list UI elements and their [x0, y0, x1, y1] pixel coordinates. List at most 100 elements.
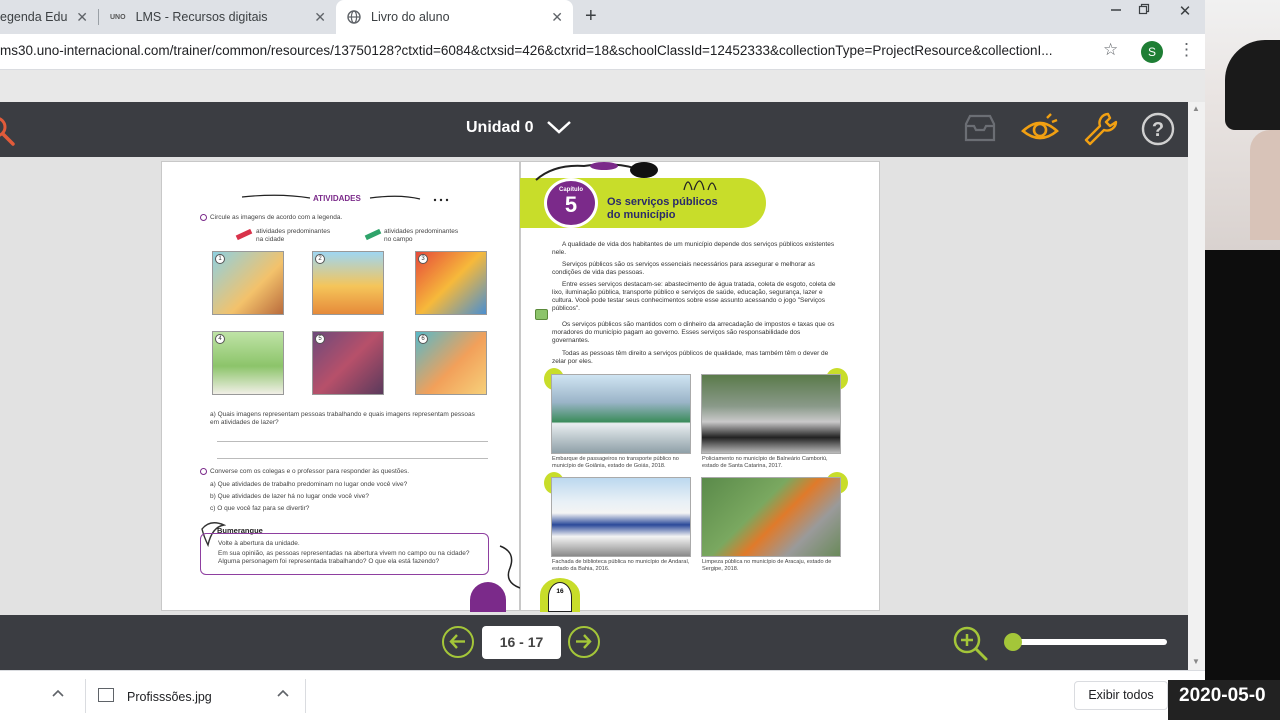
- webcam-person: [1225, 40, 1280, 130]
- webcam-person-body: [1250, 130, 1280, 240]
- question-2a: a) Que atividades de trabalho predominam…: [210, 481, 408, 488]
- image-number: 1: [215, 254, 225, 264]
- activity-image-1: 1: [212, 251, 284, 315]
- scroll-down-icon[interactable]: ▼: [1192, 657, 1200, 666]
- paragraph-2: Serviços públicos são os serviços essenc…: [552, 261, 815, 276]
- image-file-icon: [98, 688, 114, 702]
- webcam-feed: [1205, 0, 1280, 250]
- previous-page-button[interactable]: [442, 626, 474, 658]
- activity-image-4: 4: [212, 331, 284, 395]
- bookmark-star-icon[interactable]: ☆: [1103, 40, 1118, 60]
- new-tab-button[interactable]: +: [585, 5, 597, 28]
- answer-line: [217, 441, 488, 442]
- tab-lms[interactable]: UNO LMS - Recursos digitais ✕: [99, 0, 336, 34]
- search-icon[interactable]: [0, 114, 20, 148]
- show-all-downloads-button[interactable]: Exibir todos: [1074, 681, 1168, 710]
- activity-image-3: 3: [415, 251, 487, 315]
- question-1a: a) Quais imagens representam pessoas tra…: [210, 411, 475, 426]
- zoom-in-icon[interactable]: [952, 625, 990, 663]
- photo-caption: Embarque de passageiros no transporte pú…: [552, 456, 679, 469]
- viewer-toolbar: Unidad 0: [0, 102, 1188, 157]
- vertical-scrollbar[interactable]: ▲ ▼: [1188, 102, 1205, 670]
- chevron-up-icon[interactable]: [52, 689, 64, 697]
- scroll-up-icon[interactable]: ▲: [1192, 104, 1200, 113]
- paragraph-4: Os serviços públicos são mantidos com o …: [552, 321, 835, 344]
- close-icon[interactable]: ✕: [551, 9, 563, 26]
- help-icon[interactable]: ?: [1138, 110, 1178, 148]
- tab-agenda[interactable]: egenda Edu ✕: [0, 0, 98, 34]
- photo-street-cleaning: [701, 477, 841, 557]
- tab-livro-do-aluno[interactable]: Livro do aluno ✕: [336, 0, 573, 34]
- profile-avatar[interactable]: S: [1141, 41, 1163, 63]
- zoom-slider-handle[interactable]: [1004, 633, 1022, 651]
- question-2: Converse com os colegas e o professor pa…: [210, 468, 410, 475]
- tab-strip: egenda Edu ✕ UNO LMS - Recursos digitais…: [0, 0, 1205, 34]
- image-number: 4: [215, 334, 225, 344]
- minimize-icon[interactable]: [1110, 8, 1122, 12]
- page-indicator[interactable]: 16 - 17: [482, 626, 561, 659]
- tab-label: egenda Edu: [0, 10, 68, 24]
- photo-police: [701, 374, 841, 454]
- page-number-ring: 16: [548, 582, 572, 612]
- close-icon[interactable]: ✕: [76, 9, 88, 26]
- game-link-icon[interactable]: [535, 309, 548, 320]
- shelf-divider: [305, 679, 306, 713]
- image-number: 2: [315, 254, 325, 264]
- boomerang-line-2: Em sua opinião, as pessoas representadas…: [218, 550, 470, 565]
- webcam-black-area: [1205, 250, 1280, 680]
- photo-bus: [551, 374, 691, 454]
- question-2b: b) Que atividades de lazer há no lugar o…: [210, 493, 369, 500]
- url-field[interactable]: ms30.uno-internacional.com/trainer/commo…: [0, 43, 1090, 58]
- zoom-slider[interactable]: [1013, 639, 1167, 645]
- question-2c: c) O que você faz para se divertir?: [210, 505, 310, 512]
- inbox-icon[interactable]: [960, 110, 1000, 148]
- chevron-up-icon[interactable]: [277, 689, 289, 697]
- activity-image-2: 2: [312, 251, 384, 315]
- eye-icon[interactable]: [1020, 110, 1060, 148]
- answer-line: [217, 458, 488, 459]
- photo-caption: Policiamento no município de Balneário C…: [702, 456, 828, 469]
- legend-city: atividades predominantes na cidade: [256, 228, 331, 243]
- paragraph-3: Entre esses serviços destacam-se: abaste…: [552, 281, 836, 312]
- unit-title[interactable]: Unidad 0: [466, 119, 534, 137]
- chapter-title-line-1: Os serviços públicos: [607, 196, 718, 208]
- photo-caption: Limpeza pública no município de Aracaju,…: [702, 559, 832, 572]
- activity-image-5: 5: [312, 331, 384, 395]
- svg-text:?: ?: [1152, 119, 1164, 141]
- video-timestamp-overlay: 2020-05-0: [1168, 680, 1280, 720]
- tab-label: Livro do aluno: [371, 10, 450, 24]
- menu-icon[interactable]: ⋮: [1178, 40, 1195, 60]
- shelf-divider: [85, 679, 86, 713]
- chapter-number: 5: [564, 192, 578, 217]
- chapter-doodle-decoration: [535, 162, 658, 181]
- photo-caption: Fachada de biblioteca pública no municíp…: [552, 559, 690, 572]
- grass-doodle-decoration: [683, 180, 717, 191]
- wrench-icon[interactable]: [1080, 110, 1120, 148]
- image-number: 5: [315, 334, 325, 344]
- chapter-title: Os serviços públicos do município: [607, 196, 718, 222]
- close-window-icon[interactable]: ✕: [1165, 2, 1205, 22]
- arrow-left-icon: [449, 634, 465, 649]
- chevron-down-icon[interactable]: [546, 116, 572, 136]
- close-icon[interactable]: ✕: [314, 9, 326, 26]
- download-shelf: Profisssões.jpg: [0, 670, 1205, 720]
- legend-country: atividades predominantes no campo: [384, 228, 459, 243]
- photo-library: [551, 477, 691, 557]
- address-bar: ms30.uno-internacional.com/trainer/commo…: [0, 34, 1205, 70]
- activities-heading: ATIVIDADES: [313, 194, 361, 203]
- question-bullet-icon: [200, 214, 207, 221]
- chapter-title-line-2: do município: [607, 209, 676, 221]
- activity-image-6: 6: [415, 331, 487, 395]
- image-number: 3: [418, 254, 428, 264]
- page-number: 16: [556, 588, 564, 595]
- paragraph-1: A qualidade de vida dos habitantes de um…: [552, 241, 835, 256]
- paragraph-5: Todas as pessoas têm direito a serviços …: [552, 350, 829, 365]
- next-page-button[interactable]: [568, 626, 600, 658]
- question-1: Circule as imagens de acordo com a legen…: [210, 214, 343, 221]
- image-number: 6: [418, 334, 428, 344]
- boomerang-line-1: Volte à abertura da unidade.: [218, 540, 300, 547]
- restore-icon[interactable]: [1138, 3, 1150, 15]
- globe-icon: [347, 10, 361, 24]
- download-file-name[interactable]: Profisssões.jpg: [127, 690, 212, 704]
- chapter-badge: Capítulo 5: [544, 178, 598, 228]
